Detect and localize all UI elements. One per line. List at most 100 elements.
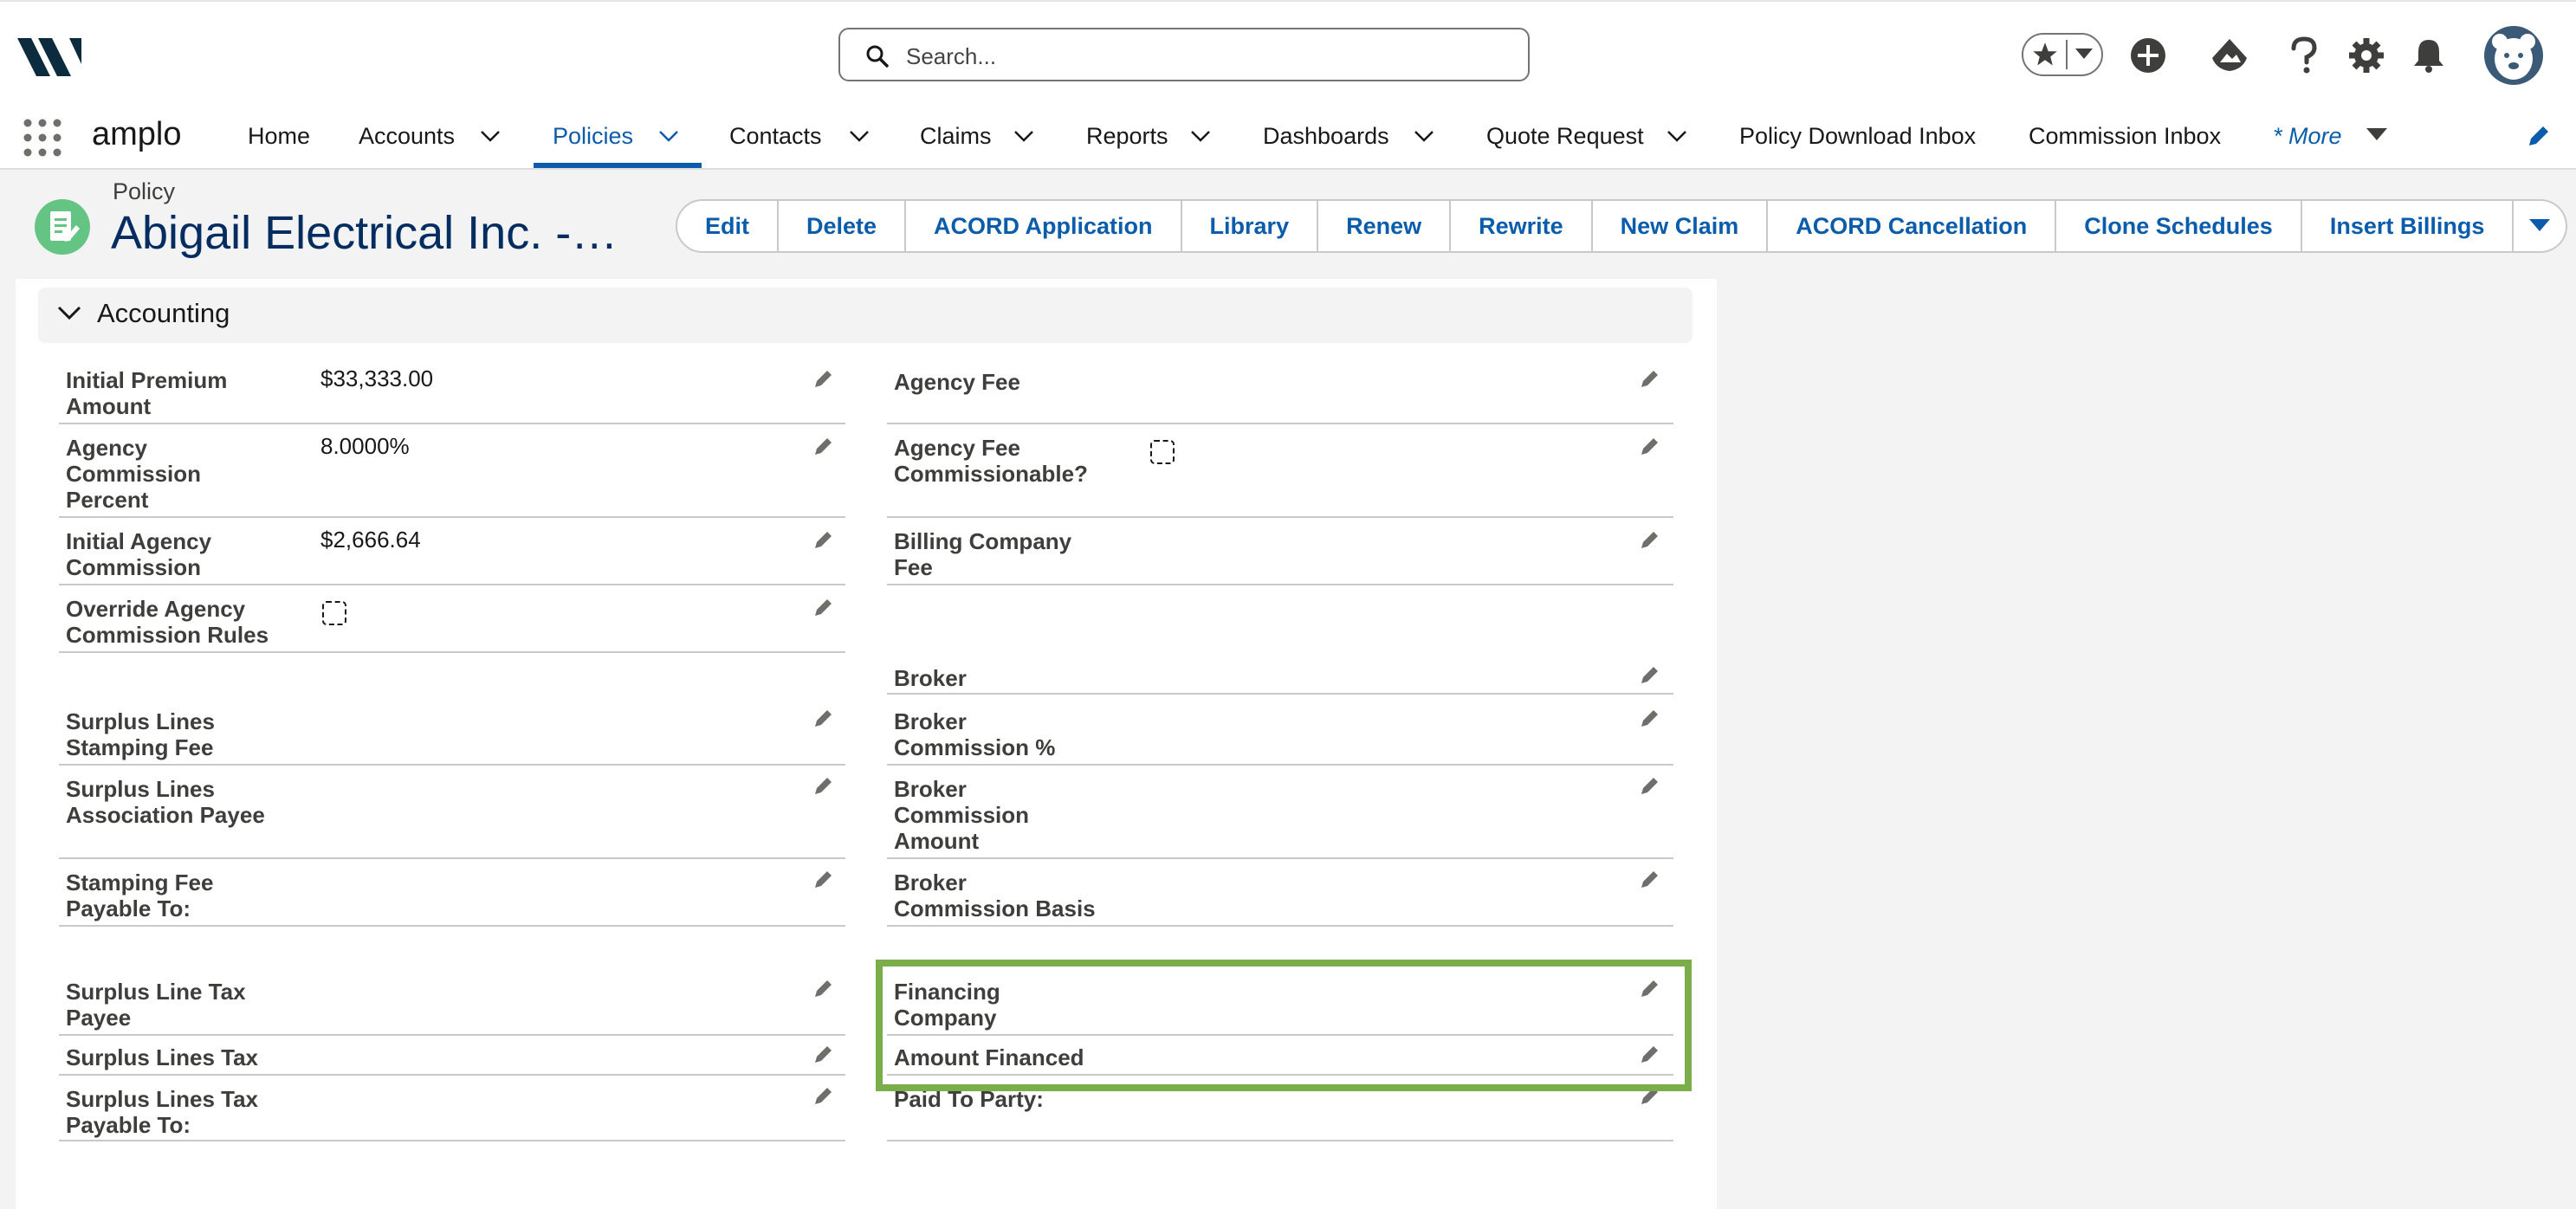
- help-icon[interactable]: [2283, 35, 2325, 76]
- edit-pencil-icon[interactable]: [812, 367, 835, 390]
- caret-down-icon[interactable]: [2366, 128, 2387, 142]
- field-label-broker-commission-basis: Broker Commission Basis: [894, 870, 1096, 921]
- caret-down-icon: [2529, 219, 2551, 231]
- field-divider: [59, 1034, 845, 1036]
- active-tab-indicator: [534, 163, 702, 168]
- field-label-stamping-fee-payable-to: Stamping Fee Payable To:: [66, 870, 214, 921]
- field-label-initial-premium-amount: Initial Premium Amount: [66, 367, 228, 419]
- record-action-bar: Edit Delete ACORD Application Library Re…: [676, 199, 2568, 253]
- chevron-down-icon: [57, 306, 81, 320]
- nav-item-label: Policies: [553, 123, 634, 149]
- edit-pencil-icon[interactable]: [1639, 435, 1661, 457]
- nav-item-label: Commission Inbox: [2029, 123, 2222, 149]
- rewrite-button[interactable]: Rewrite: [1451, 199, 1593, 253]
- agency-fee-commissionable-checkbox: [1150, 440, 1175, 464]
- insert-billings-button[interactable]: Insert Billings: [2301, 199, 2515, 253]
- edit-nav-pencil-icon[interactable]: [2526, 123, 2552, 149]
- section-title: Accounting: [97, 298, 230, 328]
- edit-pencil-icon[interactable]: [812, 707, 835, 729]
- field-divider: [59, 516, 845, 518]
- edit-pencil-icon[interactable]: [1639, 774, 1661, 797]
- edit-pencil-icon[interactable]: [812, 1043, 835, 1065]
- edit-pencil-icon[interactable]: [812, 977, 835, 999]
- favorites-button[interactable]: [2022, 33, 2103, 76]
- field-label-billing-company-fee: Billing Company Fee: [894, 528, 1072, 580]
- nav-item-policy-download-inbox[interactable]: Policy Download Inbox: [1739, 123, 1976, 170]
- edit-pencil-icon[interactable]: [812, 868, 835, 890]
- section-header-accounting[interactable]: [38, 288, 1693, 343]
- field-divider: [59, 584, 845, 585]
- field-label-broker-commission-amount: Broker Commission Amount: [894, 776, 1030, 854]
- search-icon: [866, 45, 889, 68]
- global-search[interactable]: Search...: [838, 28, 1530, 81]
- field-divider: [887, 693, 1673, 695]
- field-divider: [887, 1140, 1673, 1141]
- trailhead-icon[interactable]: [2209, 35, 2250, 76]
- notification-bell-icon[interactable]: [2408, 35, 2450, 76]
- edit-pencil-icon[interactable]: [812, 1084, 835, 1107]
- right-sidebar: [1717, 279, 2576, 1209]
- nav-item-home[interactable]: Home: [248, 123, 310, 170]
- field-label-initial-agency-commission: Initial Agency Commission: [66, 528, 212, 580]
- edit-button[interactable]: Edit: [676, 199, 779, 253]
- edit-pencil-icon[interactable]: [812, 596, 835, 618]
- field-label-agency-commission-percent: Agency Commission Percent: [66, 435, 202, 513]
- user-avatar[interactable]: [2484, 26, 2543, 85]
- field-divider: [59, 857, 845, 859]
- nav-item-accounts[interactable]: Accounts: [359, 123, 455, 170]
- nav-item-reports[interactable]: Reports: [1086, 123, 1168, 170]
- clone-schedules-button[interactable]: Clone Schedules: [2056, 199, 2302, 253]
- field-value-agency-commission-percent: 8.0000%: [320, 433, 410, 459]
- edit-pencil-icon[interactable]: [812, 435, 835, 457]
- chevron-down-icon[interactable]: [849, 130, 870, 142]
- more-actions-button[interactable]: [2514, 199, 2568, 253]
- chevron-down-icon[interactable]: [480, 130, 501, 142]
- nav-item-claims[interactable]: Claims: [920, 123, 992, 170]
- chevron-down-icon[interactable]: [1190, 130, 1211, 142]
- chevron-down-icon[interactable]: [658, 130, 679, 142]
- chevron-down-icon[interactable]: [1013, 130, 1034, 142]
- app-logo[interactable]: [16, 29, 85, 81]
- acord-application-button[interactable]: ACORD Application: [906, 199, 1182, 253]
- chevron-down-icon[interactable]: [1667, 130, 1687, 142]
- field-divider: [887, 764, 1673, 766]
- field-divider: [59, 764, 845, 766]
- nav-item-label: Quote Request: [1486, 123, 1644, 149]
- library-button[interactable]: Library: [1181, 199, 1319, 253]
- app-launcher-icon[interactable]: [23, 118, 62, 162]
- setup-gear-icon[interactable]: [2346, 35, 2387, 76]
- field-label-agency-fee-commissionable: Agency Fee Commissionable?: [894, 435, 1088, 487]
- renew-button[interactable]: Renew: [1318, 199, 1452, 253]
- override-agency-commission-checkbox: [322, 601, 346, 625]
- nav-item-contacts[interactable]: Contacts: [729, 123, 822, 170]
- field-label-broker-commission-percent: Broker Commission %: [894, 708, 1056, 760]
- field-value-initial-premium-amount: $33,333.00: [320, 365, 434, 391]
- favorites-star-icon: [2033, 42, 2057, 66]
- nav-item-commission-inbox[interactable]: Commission Inbox: [2029, 123, 2221, 170]
- acord-cancellation-button[interactable]: ACORD Cancellation: [1768, 199, 2057, 253]
- nav-item-label: Claims: [920, 123, 992, 149]
- edit-pencil-icon[interactable]: [1639, 707, 1661, 729]
- nav-item-more[interactable]: * More: [2273, 123, 2342, 170]
- edit-pencil-icon[interactable]: [1639, 663, 1661, 686]
- new-claim-button[interactable]: New Claim: [1592, 199, 1769, 253]
- edit-pencil-icon[interactable]: [812, 528, 835, 551]
- global-actions-add-icon[interactable]: [2127, 35, 2169, 76]
- edit-pencil-icon[interactable]: [812, 774, 835, 797]
- record-title: Abigail Electrical Inc. -…: [111, 207, 618, 259]
- nav-item-label: Policy Download Inbox: [1739, 123, 1977, 149]
- search-input[interactable]: Search...: [906, 43, 996, 70]
- nav-item-label: Home: [248, 123, 311, 149]
- chevron-down-icon[interactable]: [1414, 130, 1434, 142]
- nav-item-label: Dashboards: [1263, 123, 1389, 149]
- edit-pencil-icon[interactable]: [1639, 367, 1661, 390]
- favorites-dropdown-icon[interactable]: [2075, 48, 2093, 61]
- nav-item-dashboards[interactable]: Dashboards: [1263, 123, 1389, 170]
- nav-item-quote-request[interactable]: Quote Request: [1486, 123, 1644, 170]
- edit-pencil-icon[interactable]: [1639, 528, 1661, 551]
- field-divider: [59, 651, 845, 653]
- nav-item-label: Accounts: [359, 123, 456, 149]
- delete-button[interactable]: Delete: [779, 199, 907, 253]
- edit-pencil-icon[interactable]: [1639, 868, 1661, 890]
- field-label-agency-fee: Agency Fee: [894, 369, 1020, 395]
